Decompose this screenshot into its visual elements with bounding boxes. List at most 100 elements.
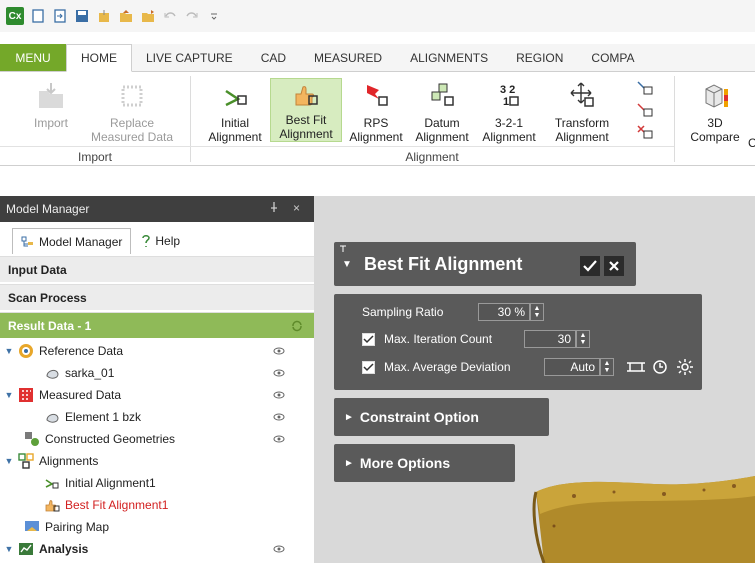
transform-alignment-button[interactable]: Transform Alignment [544, 78, 620, 144]
svg-text:1: 1 [503, 96, 509, 108]
max-iteration-value[interactable]: 30 [524, 330, 576, 348]
more-options-section[interactable]: ► More Options [334, 444, 515, 482]
ribbon-panel: Import Replace Measured Data Initial Ali… [0, 72, 755, 166]
collapse-arrow-icon[interactable]: ▼ [342, 259, 352, 270]
align-x-icon[interactable] [636, 80, 654, 96]
tree-item-best-fit-alignment[interactable]: Best Fit Alignment1 [0, 494, 314, 516]
align-y-icon[interactable] [636, 102, 654, 118]
three-two-one-icon: 3 21 [491, 78, 527, 114]
expand-arrow-icon[interactable]: ▼ [0, 390, 18, 400]
quick-access-toolbar: Cx [0, 0, 755, 32]
best-fit-alignment-label: Best Fit Alignment1 [65, 498, 169, 512]
tab-model-manager-label: Model Manager [39, 234, 123, 249]
sampling-ratio-value[interactable]: 30 % [478, 303, 530, 321]
max-iteration-input[interactable]: 30 ▲ ▼ [524, 330, 590, 348]
best-fit-title: Best Fit Alignment [364, 254, 523, 274]
rps-alignment-button[interactable]: RPS Alignment [346, 78, 406, 144]
help-icon [142, 235, 151, 247]
max-avg-deviation-checkbox[interactable] [362, 361, 375, 374]
import-button[interactable]: Import [28, 78, 74, 130]
tree-item-analysis[interactable]: ▼ Analysis [0, 538, 314, 560]
tab-compare[interactable]: COMPA [577, 44, 648, 71]
refresh-icon[interactable] [290, 319, 304, 333]
sampling-ratio-input[interactable]: 30 % ▲ ▼ [478, 303, 544, 321]
replace-grid-icon [114, 78, 150, 114]
open-icon[interactable] [118, 8, 134, 24]
3d-compare-button[interactable]: 3D Compare [680, 78, 750, 144]
result-data-section[interactable]: Result Data - 1 [0, 312, 314, 338]
customize-icon[interactable] [206, 8, 222, 24]
tree-item-initial-alignment[interactable]: Initial Alignment1 [0, 472, 314, 494]
expand-arrow-icon[interactable]: ▼ [0, 456, 18, 466]
svg-text:3 2: 3 2 [500, 84, 515, 96]
tab-menu[interactable]: MENU [0, 44, 66, 71]
visibility-eye-icon[interactable] [272, 344, 286, 358]
visibility-eye-icon[interactable] [272, 432, 286, 446]
tab-alignments[interactable]: ALIGNMENTS [396, 44, 502, 71]
tab-model-manager[interactable]: Model Manager [12, 228, 132, 254]
import-folder-icon [33, 78, 69, 114]
settings-gear-icon[interactable] [676, 358, 694, 376]
sampling-ratio-spinner[interactable]: ▲ ▼ [530, 303, 544, 321]
expand-arrow-icon[interactable]: ▼ [0, 544, 18, 554]
tab-live-capture[interactable]: LIVE CAPTURE [132, 44, 247, 71]
tree-item-sarka[interactable]: sarka_01 [0, 362, 314, 384]
measure-distance-icon[interactable] [626, 360, 646, 374]
analysis-label: Analysis [39, 542, 89, 556]
clock-icon[interactable] [652, 359, 668, 375]
initial-alignment-button[interactable]: Initial Alignment [200, 78, 270, 144]
tree-item-constructed-geometries[interactable]: Constructed Geometries [0, 428, 314, 450]
tree-item-pairing-map[interactable]: Pairing Map [0, 516, 314, 538]
tree-item-element1[interactable]: Element 1 bzk [0, 406, 314, 428]
bestfit-label-2: Alignment [279, 127, 333, 141]
save-icon[interactable] [74, 8, 90, 24]
replace-measured-data-button[interactable]: Replace Measured Data [80, 78, 184, 144]
sampling-ratio-label: Sampling Ratio [362, 305, 444, 319]
max-avg-deviation-value[interactable]: Auto [544, 358, 600, 376]
compare-label-3: C [748, 136, 755, 150]
tree-item-measured-data[interactable]: ▼ Measured Data [0, 384, 314, 406]
cancel-button[interactable] [604, 256, 624, 276]
import-icon[interactable] [52, 8, 68, 24]
visibility-eye-icon[interactable] [272, 542, 286, 556]
import-label: Import [33, 116, 68, 130]
datum-alignment-button[interactable]: Datum Alignment [410, 78, 474, 144]
measured-data-icon [18, 387, 34, 403]
3d-viewport[interactable]: ▼ Best Fit Alignment Sampling Ratio 30 %… [314, 196, 755, 563]
max-iteration-spinner[interactable]: ▲ ▼ [576, 330, 590, 348]
visibility-eye-icon[interactable] [272, 366, 286, 380]
expand-arrow-icon[interactable]: ▼ [0, 346, 18, 356]
new-icon[interactable] [30, 8, 46, 24]
close-icon[interactable]: × [293, 201, 300, 215]
pin-icon[interactable] [269, 201, 279, 215]
align-z-icon[interactable] [636, 124, 654, 140]
constraint-option-section[interactable]: ► Constraint Option [334, 398, 549, 436]
scan-process-section[interactable]: Scan Process [0, 284, 314, 310]
model-manager-title: Model Manager [6, 202, 90, 216]
mesh-icon [44, 365, 60, 381]
visibility-eye-icon[interactable] [272, 388, 286, 402]
pin-icon[interactable] [338, 244, 350, 254]
app-logo[interactable]: Cx [6, 7, 24, 25]
open-folder-icon[interactable] [140, 8, 156, 24]
tab-home[interactable]: HOME [66, 44, 132, 72]
tab-cad[interactable]: CAD [247, 44, 300, 71]
tab-measured[interactable]: MEASURED [300, 44, 396, 71]
tab-help[interactable]: Help [133, 228, 188, 254]
tree-item-reference-data[interactable]: ▼ Reference Data [0, 340, 314, 362]
tab-region[interactable]: REGION [502, 44, 577, 71]
best-fit-alignment-button[interactable]: Best Fit Alignment [270, 78, 342, 142]
max-iteration-checkbox[interactable] [362, 333, 375, 346]
import-group-label: Import [0, 146, 190, 166]
expand-arrow-icon: ► [344, 457, 354, 469]
max-avg-deviation-input[interactable]: Auto ▲ ▼ [544, 358, 614, 376]
max-avg-deviation-spinner[interactable]: ▲ ▼ [600, 358, 614, 376]
confirm-button[interactable] [580, 256, 600, 276]
input-data-section[interactable]: Input Data [0, 256, 314, 282]
export-icon[interactable] [96, 8, 112, 24]
visibility-eye-icon[interactable] [272, 410, 286, 424]
redo-icon[interactable] [184, 8, 200, 24]
undo-icon[interactable] [162, 8, 178, 24]
three-two-one-alignment-button[interactable]: 3 21 3-2-1 Alignment [478, 78, 540, 144]
tree-item-alignments[interactable]: ▼ Alignments [0, 450, 314, 472]
